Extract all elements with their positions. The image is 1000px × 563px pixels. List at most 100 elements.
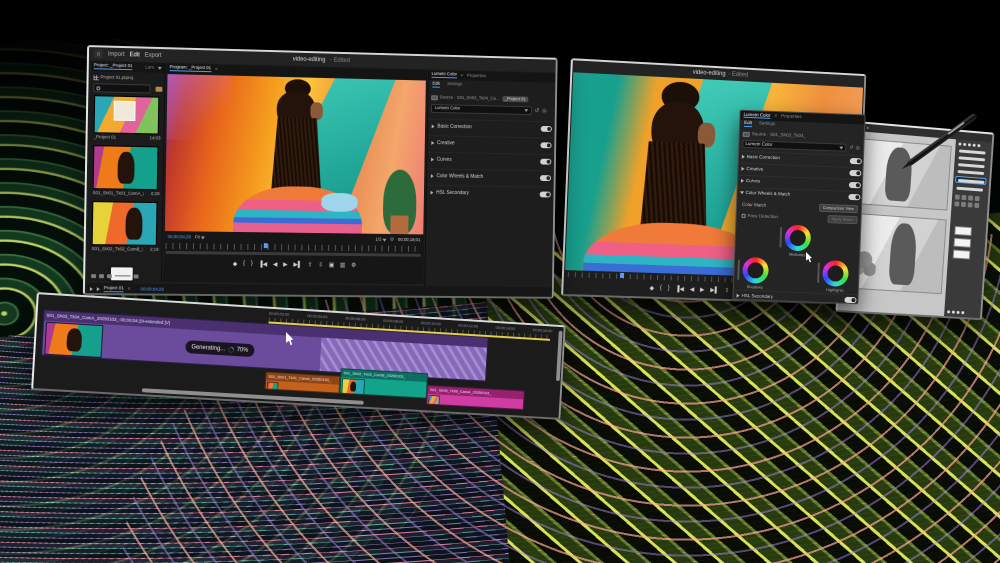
section-toggle[interactable] xyxy=(849,182,861,188)
timeline-tool-icon[interactable] xyxy=(90,287,93,291)
subtab-edit[interactable]: Edit xyxy=(432,82,439,88)
brush-size-dot-icon[interactable] xyxy=(963,143,966,146)
add-marker-icon[interactable]: ◆ xyxy=(233,260,238,267)
comparison-view-icon[interactable]: ▥ xyxy=(340,261,346,268)
midtones-color-wheel[interactable] xyxy=(784,224,811,251)
export-frame-icon[interactable]: ▣ xyxy=(329,261,335,268)
target-sequence-chip[interactable]: _Project 01 xyxy=(502,96,529,103)
menu-export[interactable]: Export xyxy=(145,52,162,58)
zoom-level-dropdown[interactable]: Fit xyxy=(195,235,205,240)
section-hsl-secondary[interactable]: HSL Secondary xyxy=(427,185,555,202)
section-toggle[interactable] xyxy=(850,158,862,164)
timeline-clip-orange[interactable]: S01_Sh01_Tk01_CamA_20250103_ xyxy=(265,372,341,394)
pen-tool-icon[interactable] xyxy=(91,274,96,278)
tool-icon[interactable] xyxy=(968,202,973,207)
tab-lumetri-color[interactable]: Lumetri Color xyxy=(743,113,770,120)
section-toggle[interactable] xyxy=(540,175,551,181)
wrench-icon[interactable]: ⚙ xyxy=(390,237,394,242)
go-to-in-icon[interactable]: ▐◀ xyxy=(675,285,684,292)
tool-dot-icon[interactable] xyxy=(957,311,960,314)
shadows-color-wheel[interactable] xyxy=(742,257,769,284)
tab-program[interactable]: Program: _Project 01 xyxy=(170,65,212,72)
add-marker-icon[interactable]: ◆ xyxy=(649,284,654,291)
color-swatch[interactable] xyxy=(954,226,972,236)
tool-icon[interactable] xyxy=(974,203,979,208)
hamburger-icon[interactable]: ≡ xyxy=(461,73,464,77)
section-toggle[interactable] xyxy=(849,170,861,176)
bin-item-thumbnail[interactable] xyxy=(94,95,160,134)
apply-match-button[interactable]: Apply Match xyxy=(827,215,857,224)
color-swatch[interactable] xyxy=(954,238,972,248)
mark-out-icon[interactable]: } xyxy=(668,285,670,291)
section-creative[interactable]: Creative xyxy=(428,135,556,152)
step-back-icon[interactable]: ◀ xyxy=(690,286,695,293)
play-icon[interactable]: ▶ xyxy=(283,261,288,268)
section-toggle[interactable] xyxy=(540,142,551,148)
thumbnail-view-icon[interactable] xyxy=(107,274,112,278)
tool-icon[interactable] xyxy=(961,195,966,200)
go-to-out-icon[interactable]: ▶▌ xyxy=(710,286,719,293)
eye-icon[interactable]: ◎ xyxy=(542,108,547,115)
lift-icon[interactable]: ⇧ xyxy=(724,287,729,294)
hamburger-icon[interactable]: ≡ xyxy=(215,67,218,72)
home-icon[interactable]: ⌂ xyxy=(94,49,103,58)
shadows-luma-slider[interactable] xyxy=(737,260,740,280)
section-toggle[interactable] xyxy=(844,297,856,303)
section-toggle[interactable] xyxy=(848,194,860,200)
tab-project[interactable]: Project: _Project 01 xyxy=(94,63,133,69)
brush-stroke-preset[interactable] xyxy=(958,163,985,168)
search-input[interactable] xyxy=(93,83,150,93)
preset-dropdown[interactable]: Lumetri Color xyxy=(742,140,846,152)
tool-icon[interactable] xyxy=(975,196,980,201)
subtab-settings[interactable]: Settings xyxy=(759,121,775,127)
section-toggle[interactable] xyxy=(540,192,551,198)
tool-icon[interactable] xyxy=(961,202,966,207)
play-icon[interactable]: ▶ xyxy=(700,286,705,293)
brush-stroke-preset[interactable] xyxy=(958,170,985,175)
toolbar-dot-icon[interactable] xyxy=(866,127,869,130)
timeline-clip-magenta[interactable]: S01_Sh05_Tk08_CamA_20250103_ xyxy=(426,385,524,410)
window2-playhead[interactable] xyxy=(620,273,624,278)
close-icon[interactable]: × xyxy=(128,287,131,292)
mark-in-icon[interactable]: { xyxy=(243,261,245,267)
brush-stroke-preset[interactable] xyxy=(956,187,983,192)
brush-size-dot-icon[interactable] xyxy=(977,144,980,147)
brush-stroke-preset[interactable] xyxy=(958,156,985,161)
timeline-vertical-scrollbar[interactable] xyxy=(556,331,563,381)
go-to-in-icon[interactable]: ▐◀ xyxy=(259,260,268,267)
tab-timeline[interactable]: Project 01 xyxy=(104,286,124,292)
bin-item-thumbnail[interactable] xyxy=(92,201,158,246)
tool-dot-icon[interactable] xyxy=(961,311,964,314)
highlights-color-wheel[interactable] xyxy=(822,260,849,287)
brush-size-dot-icon[interactable] xyxy=(958,143,961,146)
folder-icon[interactable] xyxy=(155,87,162,92)
reset-icon[interactable]: ↺ xyxy=(849,145,853,151)
tool-icon[interactable] xyxy=(954,201,959,206)
step-back-icon[interactable]: ◀ xyxy=(273,261,278,268)
brush-stroke-preset[interactable] xyxy=(959,149,986,154)
go-to-out-icon[interactable]: ▶▌ xyxy=(293,261,302,268)
reset-icon[interactable]: ↺ xyxy=(535,107,540,114)
lift-icon[interactable]: ⇧ xyxy=(308,261,313,268)
midtones-luma-slider[interactable] xyxy=(779,227,782,247)
mark-in-icon[interactable]: { xyxy=(660,285,662,291)
tab-lumetri-color[interactable]: Lumetri Color xyxy=(432,72,457,78)
brush-stroke-preset-selected[interactable] xyxy=(955,176,987,185)
list-view-icon[interactable] xyxy=(99,274,104,278)
subtab-settings[interactable]: Settings xyxy=(447,82,462,88)
subtab-edit[interactable]: Edit xyxy=(744,121,752,127)
extract-icon[interactable]: ⇩ xyxy=(318,261,323,268)
timeline-tool-icon[interactable] xyxy=(97,287,100,291)
comparison-view-button[interactable]: Comparison View xyxy=(819,204,859,214)
program-playhead[interactable] xyxy=(264,243,268,248)
tab-overflow-lumetri[interactable]: Lum xyxy=(145,65,154,70)
storyboard-frame-1[interactable] xyxy=(851,138,952,211)
bin-item-thumbnail[interactable] xyxy=(93,145,159,190)
mark-out-icon[interactable]: } xyxy=(251,261,253,267)
menu-edit[interactable]: Edit xyxy=(130,52,140,58)
eye-icon[interactable]: ◎ xyxy=(855,145,860,151)
section-curves[interactable]: Curves xyxy=(427,152,555,169)
thumbnail-size-slider[interactable] xyxy=(115,275,131,276)
project-file-row[interactable]: Project 01.prproj xyxy=(93,73,133,82)
tool-dot-icon[interactable] xyxy=(947,310,950,313)
